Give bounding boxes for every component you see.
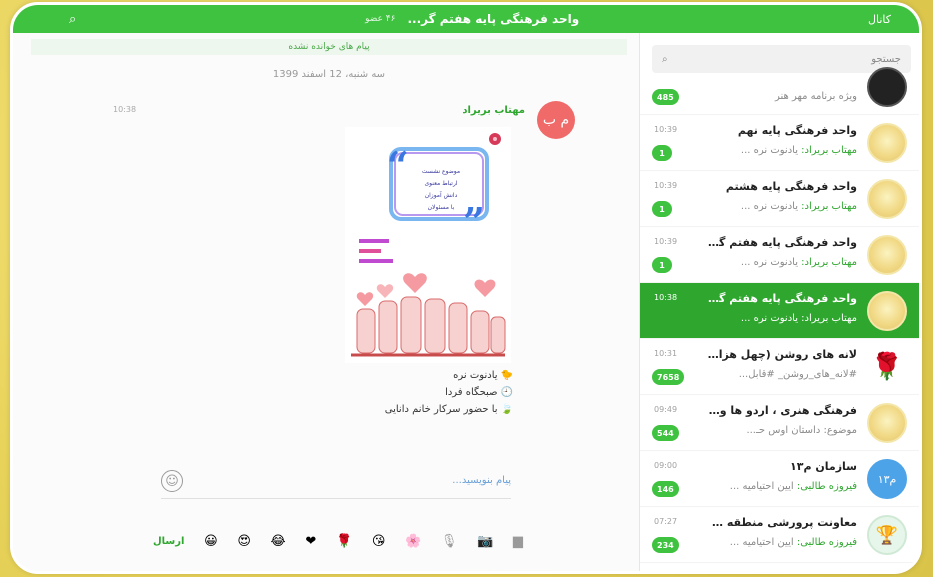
unread-badge: 7658 [652, 369, 685, 385]
chat-time: 10:39 [654, 181, 678, 190]
avatar [867, 179, 907, 219]
chat-preview: مهتاب بریراد: یادنوت نره ... [740, 257, 857, 268]
avatar[interactable]: م ب [537, 101, 575, 139]
chat-list-item[interactable]: 🏆 معاونت پرورشی منطقه 13د... فیروزه طالب… [640, 507, 919, 563]
avatar [867, 67, 907, 107]
chat-list-item[interactable]: واحد فرهنگی پایه هشتم مهتاب بریراد: یادن… [640, 171, 919, 227]
unread-badge: 234 [652, 537, 679, 553]
unread-badge: 1 [652, 201, 672, 217]
chat-name: لانه های روشن (چهل هزار... [707, 348, 857, 361]
unread-badge: 1 [652, 145, 672, 161]
heart-icon[interactable]: ❤ [305, 534, 316, 549]
chat-name: واحد فرهنگی پایه نهم [737, 124, 857, 137]
chat-list-item[interactable]: واحد فرهنگی پایه هفتم گرو... مهتاب بریرا… [640, 227, 919, 283]
chat-name: واحد فرهنگی پایه هشتم [725, 180, 857, 193]
rose-icon[interactable]: 🌹 [336, 534, 352, 549]
emoji-laugh-icon[interactable]: 😂 [271, 534, 286, 549]
chat-time: 10:31 [654, 349, 678, 358]
unread-badge: 1 [652, 257, 672, 273]
caption-line: 🍃با حضور سرکار خانم دانایی [384, 404, 513, 415]
emoji-wink-icon[interactable]: 😘 [372, 534, 386, 549]
chat-preview: فیروزه طالبی: آیین احتیامیه ... [729, 537, 857, 548]
chat-list-item-active[interactable]: واحد فرهنگی پایه هفتم گرو... مهتاب بریرا… [640, 283, 919, 339]
rose-avatar-icon: 🌹 [867, 347, 907, 387]
message-image[interactable]: “ ” موضوع نشست ارتباط معنوی دانش آموزان … [345, 127, 511, 363]
avatar [867, 235, 907, 275]
trophy-avatar-icon: 🏆 [867, 515, 907, 555]
emoji-grin-icon[interactable]: 😀 [204, 534, 218, 549]
chat-list-item[interactable]: م۱۳ سازمان م۱۳ فیروزه طالبی: آیین احتیام… [640, 451, 919, 507]
search-icon[interactable]: ⌕ [69, 12, 76, 27]
svg-text:”: ” [463, 199, 485, 244]
message-composer[interactable]: پیام بنویسید... ☺ [161, 467, 511, 499]
chat-list-item[interactable]: ویژه برنامه مهر هنر 485 [640, 67, 919, 115]
chat-list-item[interactable]: فرهنگی هنری ، اردو ها و ف... موضوع: داست… [640, 395, 919, 451]
unread-badge: 485 [652, 89, 679, 105]
chat-preview: مهتاب بریراد: یادنوت نره ... [740, 313, 857, 324]
chat-preview: #لانه_های_روشن_ #قابل... [738, 369, 857, 380]
message-caption: 🐤یادنوت نره 🕘صبحگاه فردا 🍃با حضور سرکار … [313, 367, 513, 418]
chat-time: 09:00 [654, 461, 678, 470]
chat-name: فرهنگی هنری ، اردو ها و ف... [707, 404, 857, 417]
flower-icon[interactable]: 🌸 [405, 534, 421, 549]
unread-separator: پیام های خوانده نشده [31, 39, 627, 55]
chat-time: 07:27 [654, 517, 678, 526]
date-separator: سه شنبه، 12 اسفند 1399 [272, 69, 386, 80]
chat-pane: پیام های خوانده نشده سه شنبه، 12 اسفند 1… [13, 33, 645, 571]
svg-text:“: “ [387, 143, 409, 188]
send-button[interactable]: ارسال [153, 536, 184, 547]
chat-time: 09:49 [654, 405, 678, 414]
emoji-picker-icon[interactable]: ☺ [161, 470, 183, 492]
chat-title[interactable]: واحد فرهنگی پایه هفتم گر... [407, 12, 579, 26]
attachment-icon[interactable]: ▆ [513, 534, 523, 549]
chat-time: 10:39 [654, 125, 678, 134]
chat-preview: فیروزه طالبی: آیین احتیامیه ... [729, 481, 857, 492]
composer-toolbar: ارسال 😀 😍 😂 ❤ 🌹 😘 🌸 🎙 📷 ▆ [153, 529, 523, 553]
avatar: م۱۳ [867, 459, 907, 499]
chat-preview: مهتاب بریراد: یادنوت نره ... [740, 145, 857, 156]
chat-list-item[interactable]: واحد فرهنگی پایه نهم مهتاب بریراد: یادنو… [640, 115, 919, 171]
chat-name: معاونت پرورشی منطقه 13د... [707, 516, 857, 529]
microphone-icon[interactable]: 🎙 [441, 534, 458, 549]
chat-list-item[interactable]: 🌹 لانه های روشن (چهل هزار... #لانه_های_ر… [640, 339, 919, 395]
camera-icon[interactable]: 📷 [477, 534, 493, 549]
unread-badge: 146 [652, 481, 679, 497]
message-time: 10:38 [113, 105, 137, 114]
message-sender[interactable]: مهتاب بریراد [462, 105, 525, 116]
search-icon: ⌕ [662, 53, 668, 65]
chat-list-sidebar: جستجو ⌕ ویژه برنامه مهر هنر 485 واحد فره… [639, 33, 919, 571]
chat-time: 10:38 [654, 293, 678, 302]
chat-preview: مهتاب بریراد: یادنوت نره ... [740, 201, 857, 212]
member-count: ۴۶ عضو [365, 14, 396, 24]
chat-name: سازمان م۱۳ [790, 460, 857, 473]
unread-badge: 544 [652, 425, 679, 441]
poster-text-1: موضوع نشست [422, 168, 460, 175]
chat-preview: ویژه برنامه مهر هنر [774, 91, 857, 102]
poster-text-3: دانش آموزان [425, 190, 458, 199]
chat-name: واحد فرهنگی پایه هفتم گرو... [707, 236, 857, 249]
chat-preview: موضوع: داستان اوس حـ... [746, 425, 857, 436]
composer-input[interactable]: پیام بنویسید... [452, 475, 511, 486]
chat-name: واحد فرهنگی پایه هفتم گرو... [707, 292, 857, 305]
poster-illustration: “ ” موضوع نشست ارتباط معنوی دانش آموزان … [351, 133, 506, 357]
caption-line: 🕘صبحگاه فردا [445, 387, 513, 398]
poster-text-4: با مسئولان [428, 204, 455, 211]
title-bar: ⌕ واحد فرهنگی پایه هفتم گر... ۴۶ عضو کان… [13, 5, 919, 33]
avatar [867, 403, 907, 443]
search-placeholder: جستجو [871, 53, 901, 65]
caption-line: 🐤یادنوت نره [453, 370, 513, 381]
poster-text-2: ارتباط معنوی [424, 180, 457, 187]
chat-time: 10:39 [654, 237, 678, 246]
emoji-heart-eyes-icon[interactable]: 😍 [237, 534, 251, 549]
avatar [867, 291, 907, 331]
avatar [867, 123, 907, 163]
app-window: ⌕ واحد فرهنگی پایه هفتم گر... ۴۶ عضو کان… [10, 2, 922, 574]
search-input[interactable]: جستجو ⌕ [652, 45, 911, 73]
channel-label: کانال [868, 12, 891, 26]
